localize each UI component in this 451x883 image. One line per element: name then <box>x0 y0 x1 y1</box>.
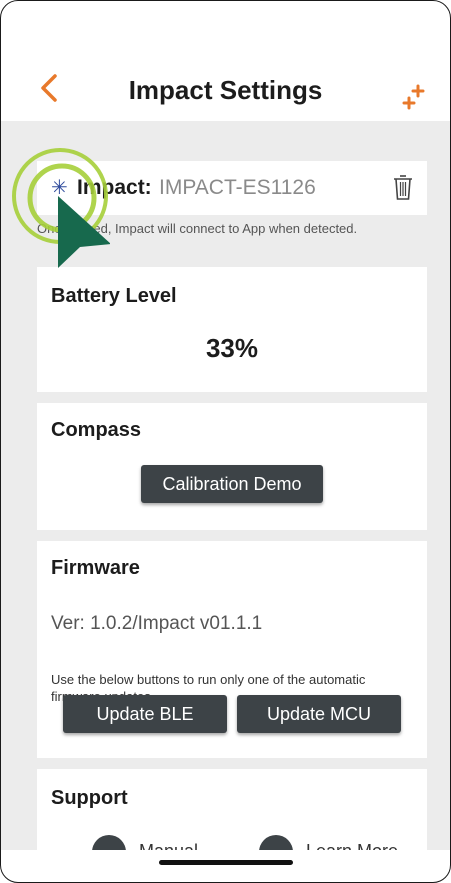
update-ble-button[interactable]: Update BLE <box>63 695 227 733</box>
nav-header: Impact Settings <box>1 1 450 121</box>
update-mcu-button[interactable]: Update MCU <box>237 695 401 733</box>
phone-screen: Impact Settings ✳ Impact: IMPACT-ES1126 … <box>0 0 451 883</box>
firmware-card: Firmware Ver: 1.0.2/Impact v01.1.1 Use t… <box>37 541 427 758</box>
battery-card: Battery Level 33% <box>37 267 427 392</box>
bottom-safe-area <box>1 850 450 882</box>
support-card: Support Manual Learn More <box>37 769 427 850</box>
trash-icon[interactable] <box>393 173 413 201</box>
calibration-demo-button[interactable]: Calibration Demo <box>141 465 323 503</box>
firmware-title: Firmware <box>51 557 140 579</box>
manual-icon[interactable] <box>92 835 126 850</box>
compass-card: Compass Calibration Demo <box>37 403 427 530</box>
learn-more-icon[interactable] <box>259 835 293 850</box>
compass-title: Compass <box>51 419 142 441</box>
page-title: Impact Settings <box>128 75 323 105</box>
battery-value: 33% <box>205 333 259 363</box>
pointer-cursor-icon <box>12 148 110 268</box>
manual-link[interactable]: Manual <box>139 841 198 850</box>
home-indicator[interactable] <box>159 860 293 865</box>
battery-title: Battery Level <box>51 285 177 307</box>
firmware-version: Ver: 1.0.2/Impact v01.1.1 <box>51 613 263 634</box>
support-title: Support <box>51 787 128 809</box>
device-name: IMPACT-ES1126 <box>159 176 316 199</box>
learn-more-link[interactable]: Learn More <box>306 841 398 850</box>
add-plus-icon[interactable] <box>401 83 427 113</box>
